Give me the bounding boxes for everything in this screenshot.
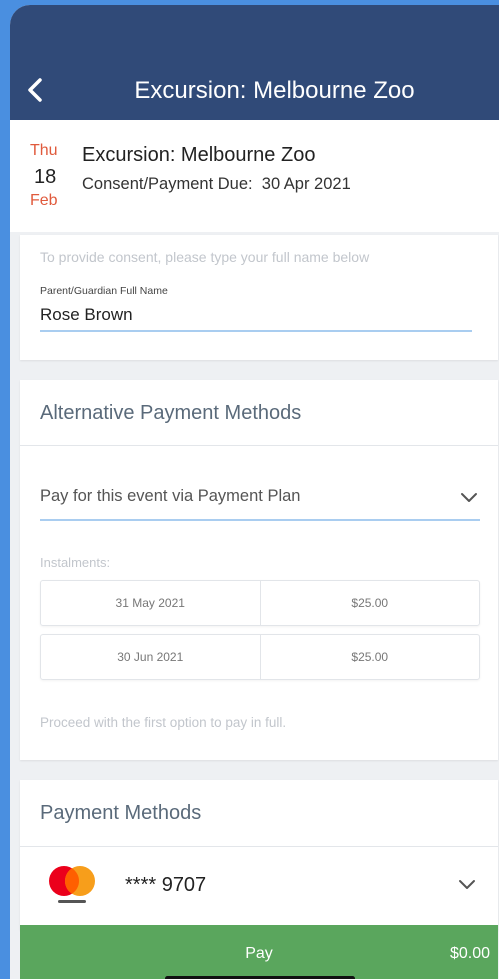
event-month: Feb: [30, 192, 58, 209]
full-name-label: Parent/Guardian Full Name: [40, 285, 168, 297]
page-title: Excursion: Melbourne Zoo: [134, 77, 415, 104]
event-day: 18: [34, 166, 57, 188]
pay-amount: $0.00: [449, 945, 490, 962]
consent-card: To provide consent, please type your ful…: [20, 235, 498, 360]
event-day-of-week: Thu: [30, 142, 58, 159]
alternative-payment-card: Alternative Payment Methods Pay for this…: [20, 380, 498, 760]
header-bar: Excursion: Melbourne Zoo: [10, 5, 499, 120]
payment-plan-underline: [40, 519, 480, 521]
chevron-down-icon: [459, 880, 475, 889]
due-date: 30 Apr 2021: [261, 175, 351, 193]
instalment-amount: $25.00: [259, 581, 480, 625]
event-summary: Thu 18 Feb Excursion: Melbourne Zoo Cons…: [10, 120, 499, 232]
pay-button[interactable]: Pay $0.00: [20, 925, 498, 979]
payment-plan-selected: Pay for this event via Payment Plan: [40, 487, 301, 505]
pay-label: Pay: [245, 945, 273, 962]
full-name-input[interactable]: Rose Brown: [40, 305, 133, 325]
instalment-date: 30 Jun 2021: [117, 650, 184, 664]
card-number: **** 9707: [125, 874, 207, 896]
payment-methods-card: Payment Methods **** 9707: [20, 780, 498, 930]
instalments-table: 31 May 2021 $25.00 30 Jun 2021 $25.00: [40, 580, 480, 688]
instalments-label: Instalments:: [40, 555, 111, 570]
proceed-note: Proceed with the first option to pay in …: [40, 715, 287, 730]
alt-payment-heading: Alternative Payment Methods: [40, 402, 302, 424]
table-row: 31 May 2021 $25.00: [40, 580, 480, 626]
event-title: Excursion: Melbourne Zoo: [82, 144, 316, 166]
divider: [20, 445, 498, 446]
table-row: 30 Jun 2021 $25.00: [40, 634, 480, 680]
mastercard-logo-icon: [49, 866, 95, 903]
instalment-date: 31 May 2021: [115, 596, 185, 610]
event-due: Consent/Payment Due: 30 Apr 2021: [82, 175, 351, 194]
payment-methods-heading: Payment Methods: [40, 802, 202, 824]
consent-hint: To provide consent, please type your ful…: [40, 249, 370, 265]
full-name-underline: [40, 330, 472, 332]
payment-plan-select[interactable]: Pay for this event via Payment Plan: [40, 475, 480, 525]
app-screen: Excursion: Melbourne Zoo Thu 18 Feb Excu…: [10, 5, 499, 979]
due-label: Consent/Payment Due:: [82, 175, 253, 193]
instalment-amount: $25.00: [259, 635, 480, 679]
saved-card-select[interactable]: **** 9707: [20, 847, 498, 927]
chevron-down-icon: [461, 493, 477, 502]
